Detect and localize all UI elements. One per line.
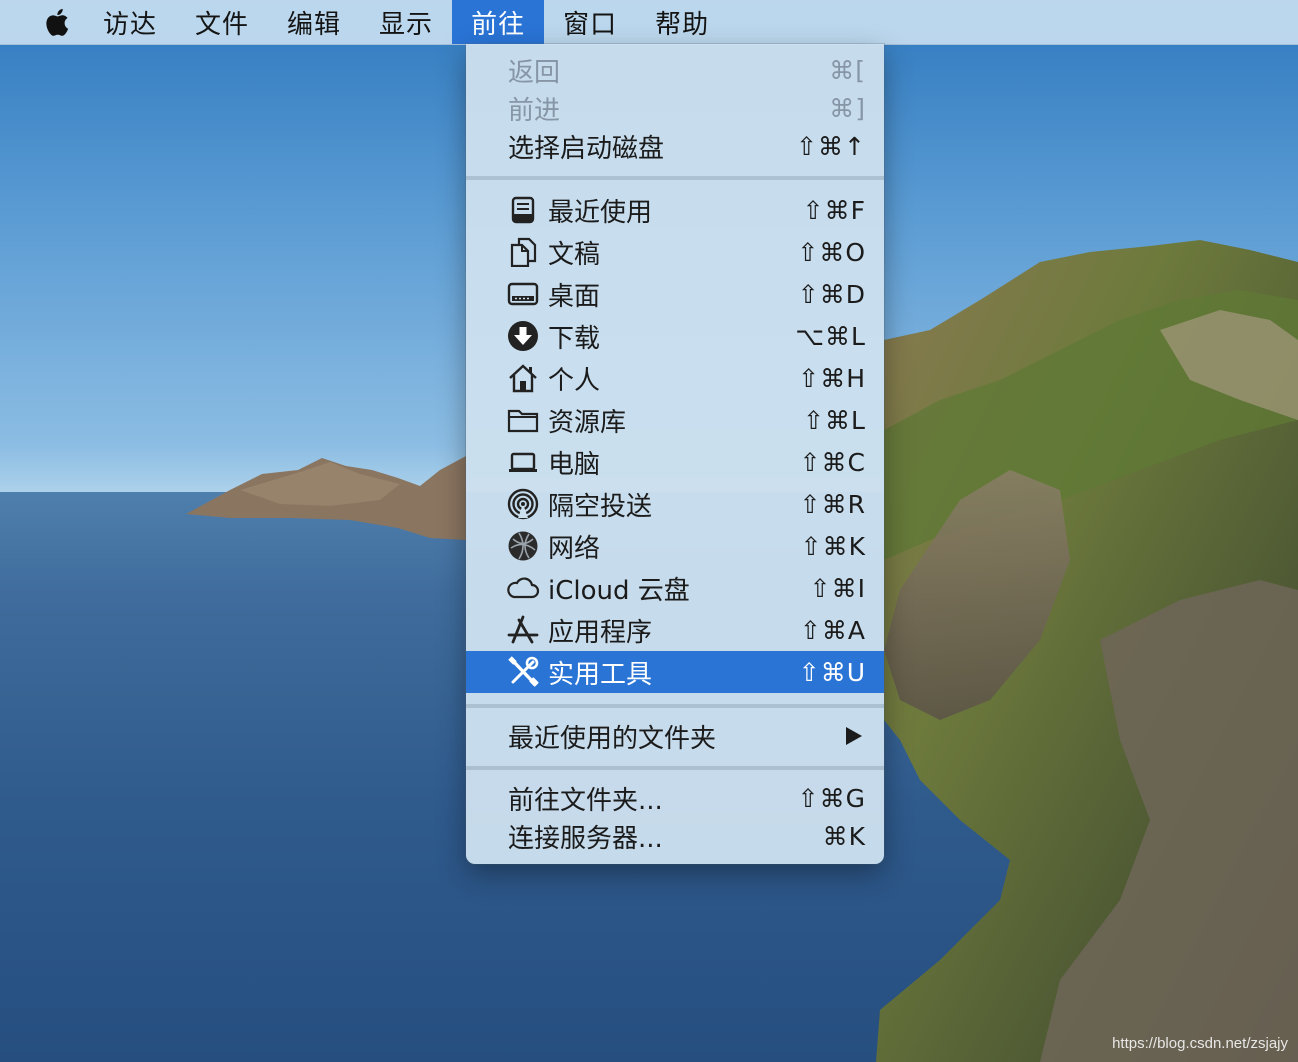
menu-separator	[466, 766, 884, 770]
applications-icon	[506, 613, 540, 647]
downloads-icon	[506, 319, 540, 353]
menu-item-startup-disk[interactable]: 选择启动磁盘 ⇧⌘↑	[466, 125, 884, 167]
menu-item-label: 资源库	[548, 407, 627, 438]
menu-item-label: 前往文件夹...	[508, 785, 663, 816]
shortcut: ⇧⌘U	[798, 657, 866, 687]
apple-logo-icon[interactable]	[28, 0, 84, 44]
menu-item-airdrop[interactable]: 隔空投送 ⇧⌘R	[466, 483, 884, 525]
menu-item-label: iCloud 云盘	[548, 575, 690, 606]
shortcut: ⌘]	[829, 93, 866, 123]
menu-item-applications[interactable]: 应用程序 ⇧⌘A	[466, 609, 884, 651]
menu-item-home[interactable]: 个人 ⇧⌘H	[466, 357, 884, 399]
menu-item-label: 连接服务器...	[508, 823, 663, 854]
menu-item-label: 网络	[548, 533, 601, 564]
menu-item-label: 选择启动磁盘	[508, 133, 665, 164]
folder-icon	[506, 403, 540, 437]
menu-item-label: 实用工具	[548, 659, 653, 690]
network-icon	[506, 529, 540, 563]
menu-item-connect-to-server[interactable]: 连接服务器... ⌘K	[466, 815, 884, 857]
menu-item-network[interactable]: 网络 ⇧⌘K	[466, 525, 884, 567]
menu-item-computer[interactable]: 电脑 ⇧⌘C	[466, 441, 884, 483]
menu-item-downloads[interactable]: 下载 ⌥⌘L	[466, 315, 884, 357]
menu-help[interactable]: 帮助	[636, 0, 728, 44]
shortcut: ⇧⌘I	[809, 573, 866, 603]
menu-item-label: 最近使用	[548, 197, 653, 228]
menu-item-forward[interactable]: 前进 ⌘]	[466, 87, 884, 129]
menu-item-recents[interactable]: 最近使用 ⇧⌘F	[466, 189, 884, 231]
icloud-icon	[506, 571, 540, 605]
menu-window[interactable]: 窗口	[544, 0, 636, 44]
menu-view[interactable]: 显示	[360, 0, 452, 44]
menu-edit[interactable]: 编辑	[268, 0, 360, 44]
menu-file[interactable]: 文件	[176, 0, 268, 44]
menu-bar: 访达 文件 编辑 显示 前往 窗口 帮助	[0, 0, 1298, 45]
shortcut: ⇧⌘K	[800, 531, 866, 561]
menu-go[interactable]: 前往	[452, 0, 545, 44]
menu-item-label: 桌面	[548, 281, 601, 312]
airdrop-icon	[506, 487, 540, 521]
menu-separator	[466, 176, 884, 180]
menu-item-label: 前进	[508, 95, 561, 126]
menu-item-label: 返回	[508, 57, 561, 88]
shortcut: ⇧⌘O	[797, 237, 866, 267]
recents-icon	[506, 193, 540, 227]
menu-finder[interactable]: 访达	[84, 0, 176, 44]
menu-item-label: 下载	[548, 323, 601, 354]
shortcut: ⇧⌘F	[802, 195, 866, 225]
menu-item-label: 电脑	[548, 449, 601, 480]
menu-separator	[466, 704, 884, 708]
menu-item-utilities[interactable]: 实用工具 ⇧⌘U	[466, 651, 884, 693]
shortcut: ⌥⌘L	[795, 321, 866, 351]
submenu-arrow-icon	[846, 727, 862, 745]
menu-item-documents[interactable]: 文稿 ⇧⌘O	[466, 231, 884, 273]
shortcut: ⇧⌘D	[797, 279, 866, 309]
menu-item-label: 隔空投送	[548, 491, 653, 522]
menu-item-label: 文稿	[548, 239, 601, 270]
menu-item-library[interactable]: 资源库 ⇧⌘L	[466, 399, 884, 441]
menu-item-recent-folders[interactable]: 最近使用的文件夹	[466, 715, 884, 757]
shortcut: ⌘K	[822, 821, 866, 851]
menu-item-back[interactable]: 返回 ⌘[	[466, 49, 884, 91]
utilities-icon	[506, 655, 540, 689]
shortcut: ⇧⌘H	[798, 363, 866, 393]
documents-icon	[506, 235, 540, 269]
menu-item-go-to-folder[interactable]: 前往文件夹... ⇧⌘G	[466, 777, 884, 819]
menu-item-desktop[interactable]: 桌面 ⇧⌘D	[466, 273, 884, 315]
shortcut: ⌘[	[829, 55, 866, 85]
shortcut: ⇧⌘R	[799, 489, 866, 519]
go-menu-dropdown: 返回 ⌘[ 前进 ⌘] 选择启动磁盘 ⇧⌘↑ 最近使用 ⇧⌘F 文稿 ⇧⌘O 桌…	[466, 44, 884, 864]
menu-item-icloud-drive[interactable]: iCloud 云盘 ⇧⌘I	[466, 567, 884, 609]
menu-item-label: 应用程序	[548, 617, 653, 648]
shortcut: ⇧⌘G	[797, 783, 866, 813]
desktop-icon	[506, 277, 540, 311]
menu-item-label: 个人	[548, 365, 601, 396]
shortcut: ⇧⌘L	[803, 405, 866, 435]
shortcut: ⇧⌘C	[799, 447, 866, 477]
watermark: https://blog.csdn.net/zsjajy	[1112, 1035, 1288, 1052]
menu-item-label: 最近使用的文件夹	[508, 723, 717, 754]
home-icon	[506, 361, 540, 395]
shortcut: ⇧⌘A	[799, 615, 866, 645]
shortcut: ⇧⌘↑	[796, 131, 866, 161]
computer-icon	[506, 445, 540, 479]
